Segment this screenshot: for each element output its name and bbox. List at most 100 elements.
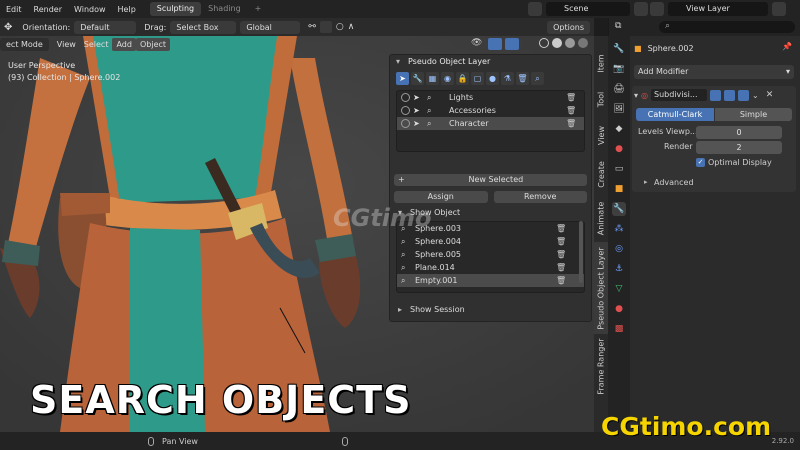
radio-icon[interactable] — [401, 93, 410, 102]
material-icon[interactable]: ● — [612, 302, 626, 316]
texture-icon[interactable]: ▩ — [612, 322, 626, 336]
tool-icon[interactable]: 🔧 — [612, 42, 626, 56]
trash-icon[interactable]: 🗑 — [566, 93, 576, 103]
remove-button[interactable]: Remove — [493, 191, 587, 203]
modifier-name-field[interactable]: Subdivisi... — [651, 89, 707, 101]
menu-help[interactable]: Help — [112, 5, 142, 14]
trash-icon[interactable]: 🗑 — [556, 276, 566, 286]
gizmo-toggle-icon[interactable] — [488, 38, 502, 50]
grid-icon[interactable]: ▦ — [426, 72, 439, 85]
viewport-toggle-icon[interactable] — [724, 89, 735, 101]
view-layer-browse-icon[interactable] — [650, 2, 664, 16]
layer-row[interactable]: ➤ ⌕ Lights 🗑 — [397, 91, 584, 104]
tab-create[interactable]: Create — [594, 154, 608, 194]
trash-icon[interactable]: 🗑 — [566, 119, 576, 129]
trash-icon[interactable]: 🗑 — [566, 106, 576, 116]
lock-icon[interactable]: 🔒 — [456, 72, 469, 85]
mode-dropdown[interactable]: ect Mode — [0, 37, 49, 51]
radio-icon[interactable] — [401, 119, 410, 128]
list-scrollbar[interactable] — [579, 221, 583, 283]
menu-edit[interactable]: Edit — [0, 5, 28, 14]
collection-icon[interactable]: ▭ — [612, 162, 626, 176]
trash-icon[interactable]: 🗑 — [556, 250, 566, 260]
search-icon[interactable]: ⌕ — [401, 237, 412, 247]
object-row[interactable]: ⌕ Sphere.005 🗑 — [397, 248, 584, 261]
menu-object[interactable]: Object — [135, 37, 171, 51]
object-row[interactable]: ⌕ Plane.014 🗑 — [397, 261, 584, 274]
scene-browse-icon[interactable] — [528, 2, 542, 16]
world-icon[interactable]: ● — [612, 142, 626, 156]
cursor-icon[interactable]: ➤ — [413, 106, 424, 115]
search-icon[interactable]: ⌕ — [427, 106, 438, 116]
object-name-field[interactable]: ■ Sphere.002 — [634, 42, 780, 56]
levels-viewport-field[interactable]: 0 — [696, 126, 782, 139]
overlay-toggle-icon[interactable] — [505, 38, 519, 50]
snap-icon[interactable] — [319, 21, 332, 33]
menu-window[interactable]: Window — [68, 5, 112, 14]
scene-icon[interactable]: ◆ — [612, 122, 626, 136]
chevron-down-icon[interactable]: ▾ — [634, 91, 638, 100]
circle-icon[interactable]: ● — [486, 72, 499, 85]
new-selected-button[interactable]: + New Selected — [394, 174, 587, 186]
falloff-icon[interactable]: ∧ — [348, 22, 355, 32]
shading-material-icon[interactable] — [565, 38, 575, 48]
search-icon[interactable]: ⌕ — [401, 263, 412, 273]
options-dropdown[interactable]: Options — [547, 20, 590, 34]
layer-name[interactable]: Character — [449, 119, 489, 128]
search-icon[interactable]: ⌕ — [531, 72, 544, 85]
view-layer-icon[interactable]: 🖼 — [612, 102, 626, 116]
physics-icon[interactable]: ◎ — [612, 242, 626, 256]
editmode-toggle-icon[interactable] — [710, 89, 721, 101]
data-icon[interactable]: ▽ — [612, 282, 626, 296]
view-layer-add-icon[interactable] — [772, 2, 786, 16]
transform-gizmo-icon[interactable]: ✥ — [4, 22, 12, 33]
layer-name[interactable]: Lights — [449, 93, 473, 102]
tab-item[interactable]: Item — [594, 48, 608, 78]
wrench-icon[interactable]: 🔧 — [411, 72, 424, 85]
object-name[interactable]: Sphere.005 — [415, 250, 461, 259]
search-icon[interactable]: ⌕ — [401, 250, 412, 260]
tab-animate[interactable]: Animate — [594, 196, 608, 240]
cursor-icon[interactable]: ➤ — [413, 93, 424, 102]
trash-icon[interactable]: 🗑 — [556, 263, 566, 273]
checkbox-optimal-display[interactable]: ✓ — [696, 158, 705, 167]
object-row-selected[interactable]: ⌕ Empty.001 🗑 — [397, 274, 584, 287]
particles-icon[interactable]: ⁂ — [612, 222, 626, 236]
constraints-icon[interactable]: ⚓ — [612, 262, 626, 276]
tab-tool[interactable]: Tool — [594, 84, 608, 114]
search-icon[interactable]: ⌕ — [427, 119, 438, 129]
menu-add[interactable]: Add — [112, 37, 136, 51]
filter-icon[interactable]: ⚗ — [501, 72, 514, 85]
xray-icon[interactable] — [522, 38, 536, 50]
eye-icon[interactable]: ◉ — [441, 72, 454, 85]
visibility-icon[interactable]: 👁 — [471, 38, 485, 50]
tab-shading[interactable]: Shading — [201, 2, 248, 16]
object-icon[interactable]: ■ — [612, 182, 626, 196]
simple-button[interactable]: Simple — [715, 108, 792, 121]
close-icon[interactable]: ✕ — [766, 90, 774, 100]
render-toggle-icon[interactable] — [738, 89, 749, 101]
object-name[interactable]: Sphere.004 — [415, 237, 461, 246]
advanced-label[interactable]: Advanced — [654, 178, 694, 187]
view-layer-field[interactable]: View Layer — [668, 2, 768, 16]
pin-icon[interactable]: 📌 — [782, 42, 792, 51]
menu-select[interactable]: Select — [80, 38, 113, 51]
output-icon[interactable]: 🖨 — [612, 82, 626, 96]
show-session-header[interactable]: ▸ Show Session — [390, 303, 591, 316]
trash-icon[interactable]: 🗑 — [556, 224, 566, 234]
trash-icon[interactable]: 🗑 — [556, 237, 566, 247]
render-icon[interactable]: ▢ — [471, 72, 484, 85]
select-icon[interactable]: ➤ — [396, 72, 409, 85]
proportional-edit-icon[interactable]: ○ — [336, 22, 344, 32]
trash-icon[interactable]: 🗑 — [516, 72, 529, 85]
orientation-dropdown[interactable]: Default — [74, 20, 137, 34]
add-modifier-dropdown[interactable]: Add Modifier ▾ — [634, 65, 794, 79]
menu-view[interactable]: View — [53, 38, 80, 51]
render-levels-field[interactable]: 2 — [696, 141, 782, 154]
object-name[interactable]: Plane.014 — [415, 263, 455, 272]
editor-type-icon[interactable]: ⧉ — [615, 21, 621, 31]
search-icon[interactable]: ⌕ — [427, 93, 438, 103]
search-icon[interactable]: ⌕ — [401, 276, 412, 286]
tab-view[interactable]: View — [594, 120, 608, 150]
radio-icon[interactable] — [401, 106, 410, 115]
